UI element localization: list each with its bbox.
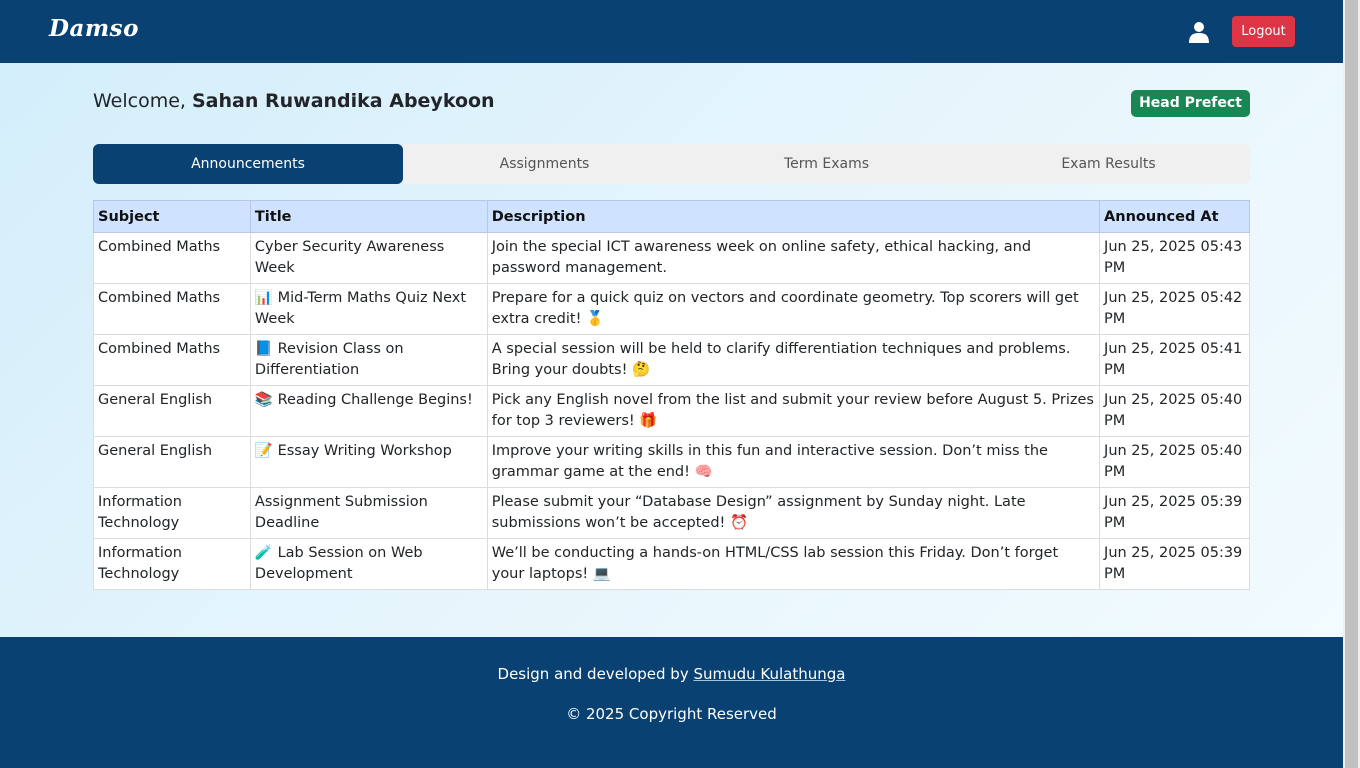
cell-description: Please submit your “Database Design” ass… (486, 487, 1101, 539)
cell-title: 📚 Reading Challenge Begins! (249, 385, 488, 437)
column-header-subject: Subject (93, 200, 251, 233)
footer-copyright: © 2025 Copyright Reserved (566, 705, 777, 723)
table-row: General English 📚 Reading Challenge Begi… (93, 385, 1250, 437)
announcements-table: Subject Title Description Announced At C… (93, 200, 1250, 590)
cell-announced-at: Jun 25, 2025 05:42 PM (1099, 283, 1250, 335)
cell-title: 📘 Revision Class on Differentiation (249, 334, 488, 386)
column-header-announced-at: Announced At (1099, 200, 1250, 233)
cell-description: Improve your writing skills in this fun … (486, 436, 1101, 488)
cell-subject: Information Technology (93, 538, 251, 590)
cell-title: Assignment Submission Deadline (249, 487, 488, 539)
cell-announced-at: Jun 25, 2025 05:41 PM (1099, 334, 1250, 386)
table-row: Information Technology 🧪 Lab Session on … (93, 538, 1250, 590)
tab-term-exams[interactable]: Term Exams (686, 144, 967, 184)
cell-announced-at: Jun 25, 2025 05:40 PM (1099, 436, 1250, 488)
scrollbar-thumb[interactable] (1345, 0, 1358, 768)
cell-subject: Information Technology (93, 487, 251, 539)
tab-announcements[interactable]: Announcements (93, 144, 403, 184)
cell-title: Cyber Security Awareness Week (249, 232, 488, 284)
tab-bar: Announcements Assignments Term Exams Exa… (93, 144, 1250, 184)
cell-subject: Combined Maths (93, 232, 251, 284)
role-badge: Head Prefect (1131, 90, 1250, 117)
cell-description: A special session will be held to clarif… (486, 334, 1101, 386)
cell-subject: Combined Maths (93, 283, 251, 335)
column-header-title: Title (249, 200, 488, 233)
cell-announced-at: Jun 25, 2025 05:39 PM (1099, 538, 1250, 590)
table-row: General English 📝 Essay Writing Workshop… (93, 436, 1250, 488)
cell-subject: General English (93, 385, 251, 437)
user-name: Sahan Ruwandika Abeykoon (192, 90, 495, 112)
cell-announced-at: Jun 25, 2025 05:40 PM (1099, 385, 1250, 437)
table-row: Information Technology Assignment Submis… (93, 487, 1250, 539)
table-header-row: Subject Title Description Announced At (93, 200, 1250, 233)
footer-credit-prefix: Design and developed by (497, 665, 694, 683)
logout-button[interactable]: Logout (1232, 16, 1295, 47)
page: Damso Logout Welcome, Sahan Ruwandika Ab… (0, 0, 1343, 768)
table-row: Combined Maths 📘 Revision Class on Diffe… (93, 334, 1250, 386)
tab-exam-results[interactable]: Exam Results (967, 144, 1250, 184)
table-row: Combined Maths Cyber Security Awareness … (93, 232, 1250, 284)
brand-logo[interactable]: Damso (49, 15, 139, 42)
user-icon[interactable] (1188, 21, 1210, 43)
cell-subject: Combined Maths (93, 334, 251, 386)
cell-description: Pick any English novel from the list and… (486, 385, 1101, 437)
cell-title: 📊 Mid-Term Maths Quiz Next Week (249, 283, 488, 335)
cell-description: Prepare for a quick quiz on vectors and … (486, 283, 1101, 335)
cell-description: Join the special ICT awareness week on o… (486, 232, 1101, 284)
cell-title: 🧪 Lab Session on Web Development (249, 538, 488, 590)
cell-description: We’ll be conducting a hands-on HTML/CSS … (486, 538, 1101, 590)
table-row: Combined Maths 📊 Mid-Term Maths Quiz Nex… (93, 283, 1250, 335)
navbar: Damso Logout (0, 0, 1343, 63)
footer: Design and developed by Sumudu Kulathung… (0, 637, 1343, 768)
cell-announced-at: Jun 25, 2025 05:39 PM (1099, 487, 1250, 539)
main-content: Welcome, Sahan Ruwandika Abeykoon Head P… (0, 63, 1343, 637)
cell-title: 📝 Essay Writing Workshop (249, 436, 488, 488)
column-header-description: Description (486, 200, 1101, 233)
welcome-prefix: Welcome, (93, 90, 192, 112)
cell-subject: General English (93, 436, 251, 488)
tab-assignments[interactable]: Assignments (403, 144, 686, 184)
developer-link[interactable]: Sumudu Kulathunga (693, 665, 845, 683)
cell-announced-at: Jun 25, 2025 05:43 PM (1099, 232, 1250, 284)
footer-credit: Design and developed by Sumudu Kulathung… (0, 665, 1343, 683)
welcome-message: Welcome, Sahan Ruwandika Abeykoon (93, 90, 495, 112)
